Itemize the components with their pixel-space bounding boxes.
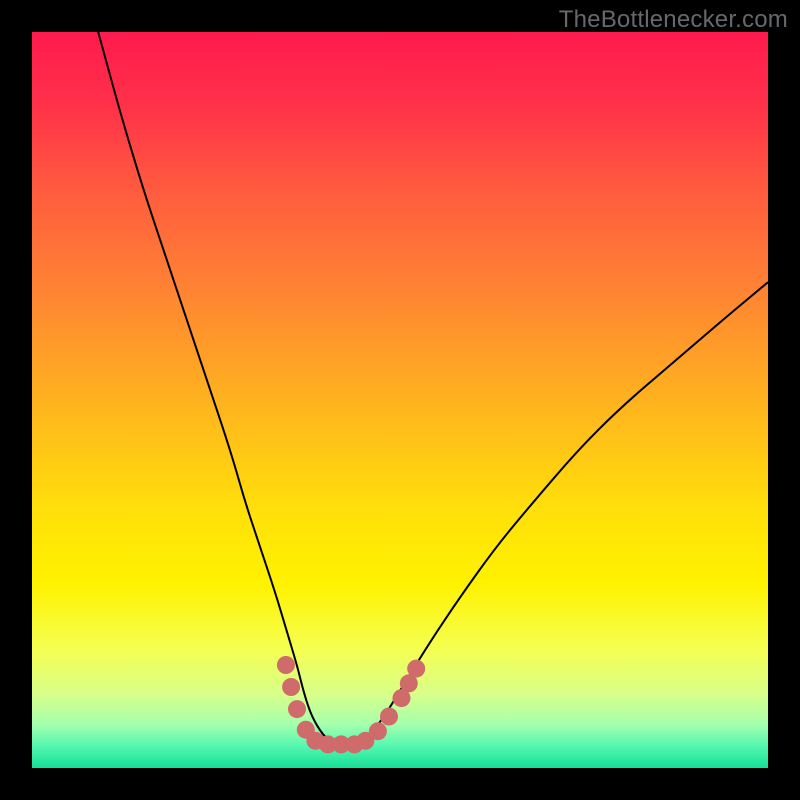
highlight-dot [277,656,295,674]
highlight-dot [407,660,425,678]
highlight-dot [369,722,387,740]
plot-background [32,32,768,768]
chart-frame: TheBottlenecker.com [0,0,800,800]
highlight-dot [380,708,398,726]
highlight-dot [288,700,306,718]
highlight-dot [282,678,300,696]
bottleneck-chart [0,0,800,800]
